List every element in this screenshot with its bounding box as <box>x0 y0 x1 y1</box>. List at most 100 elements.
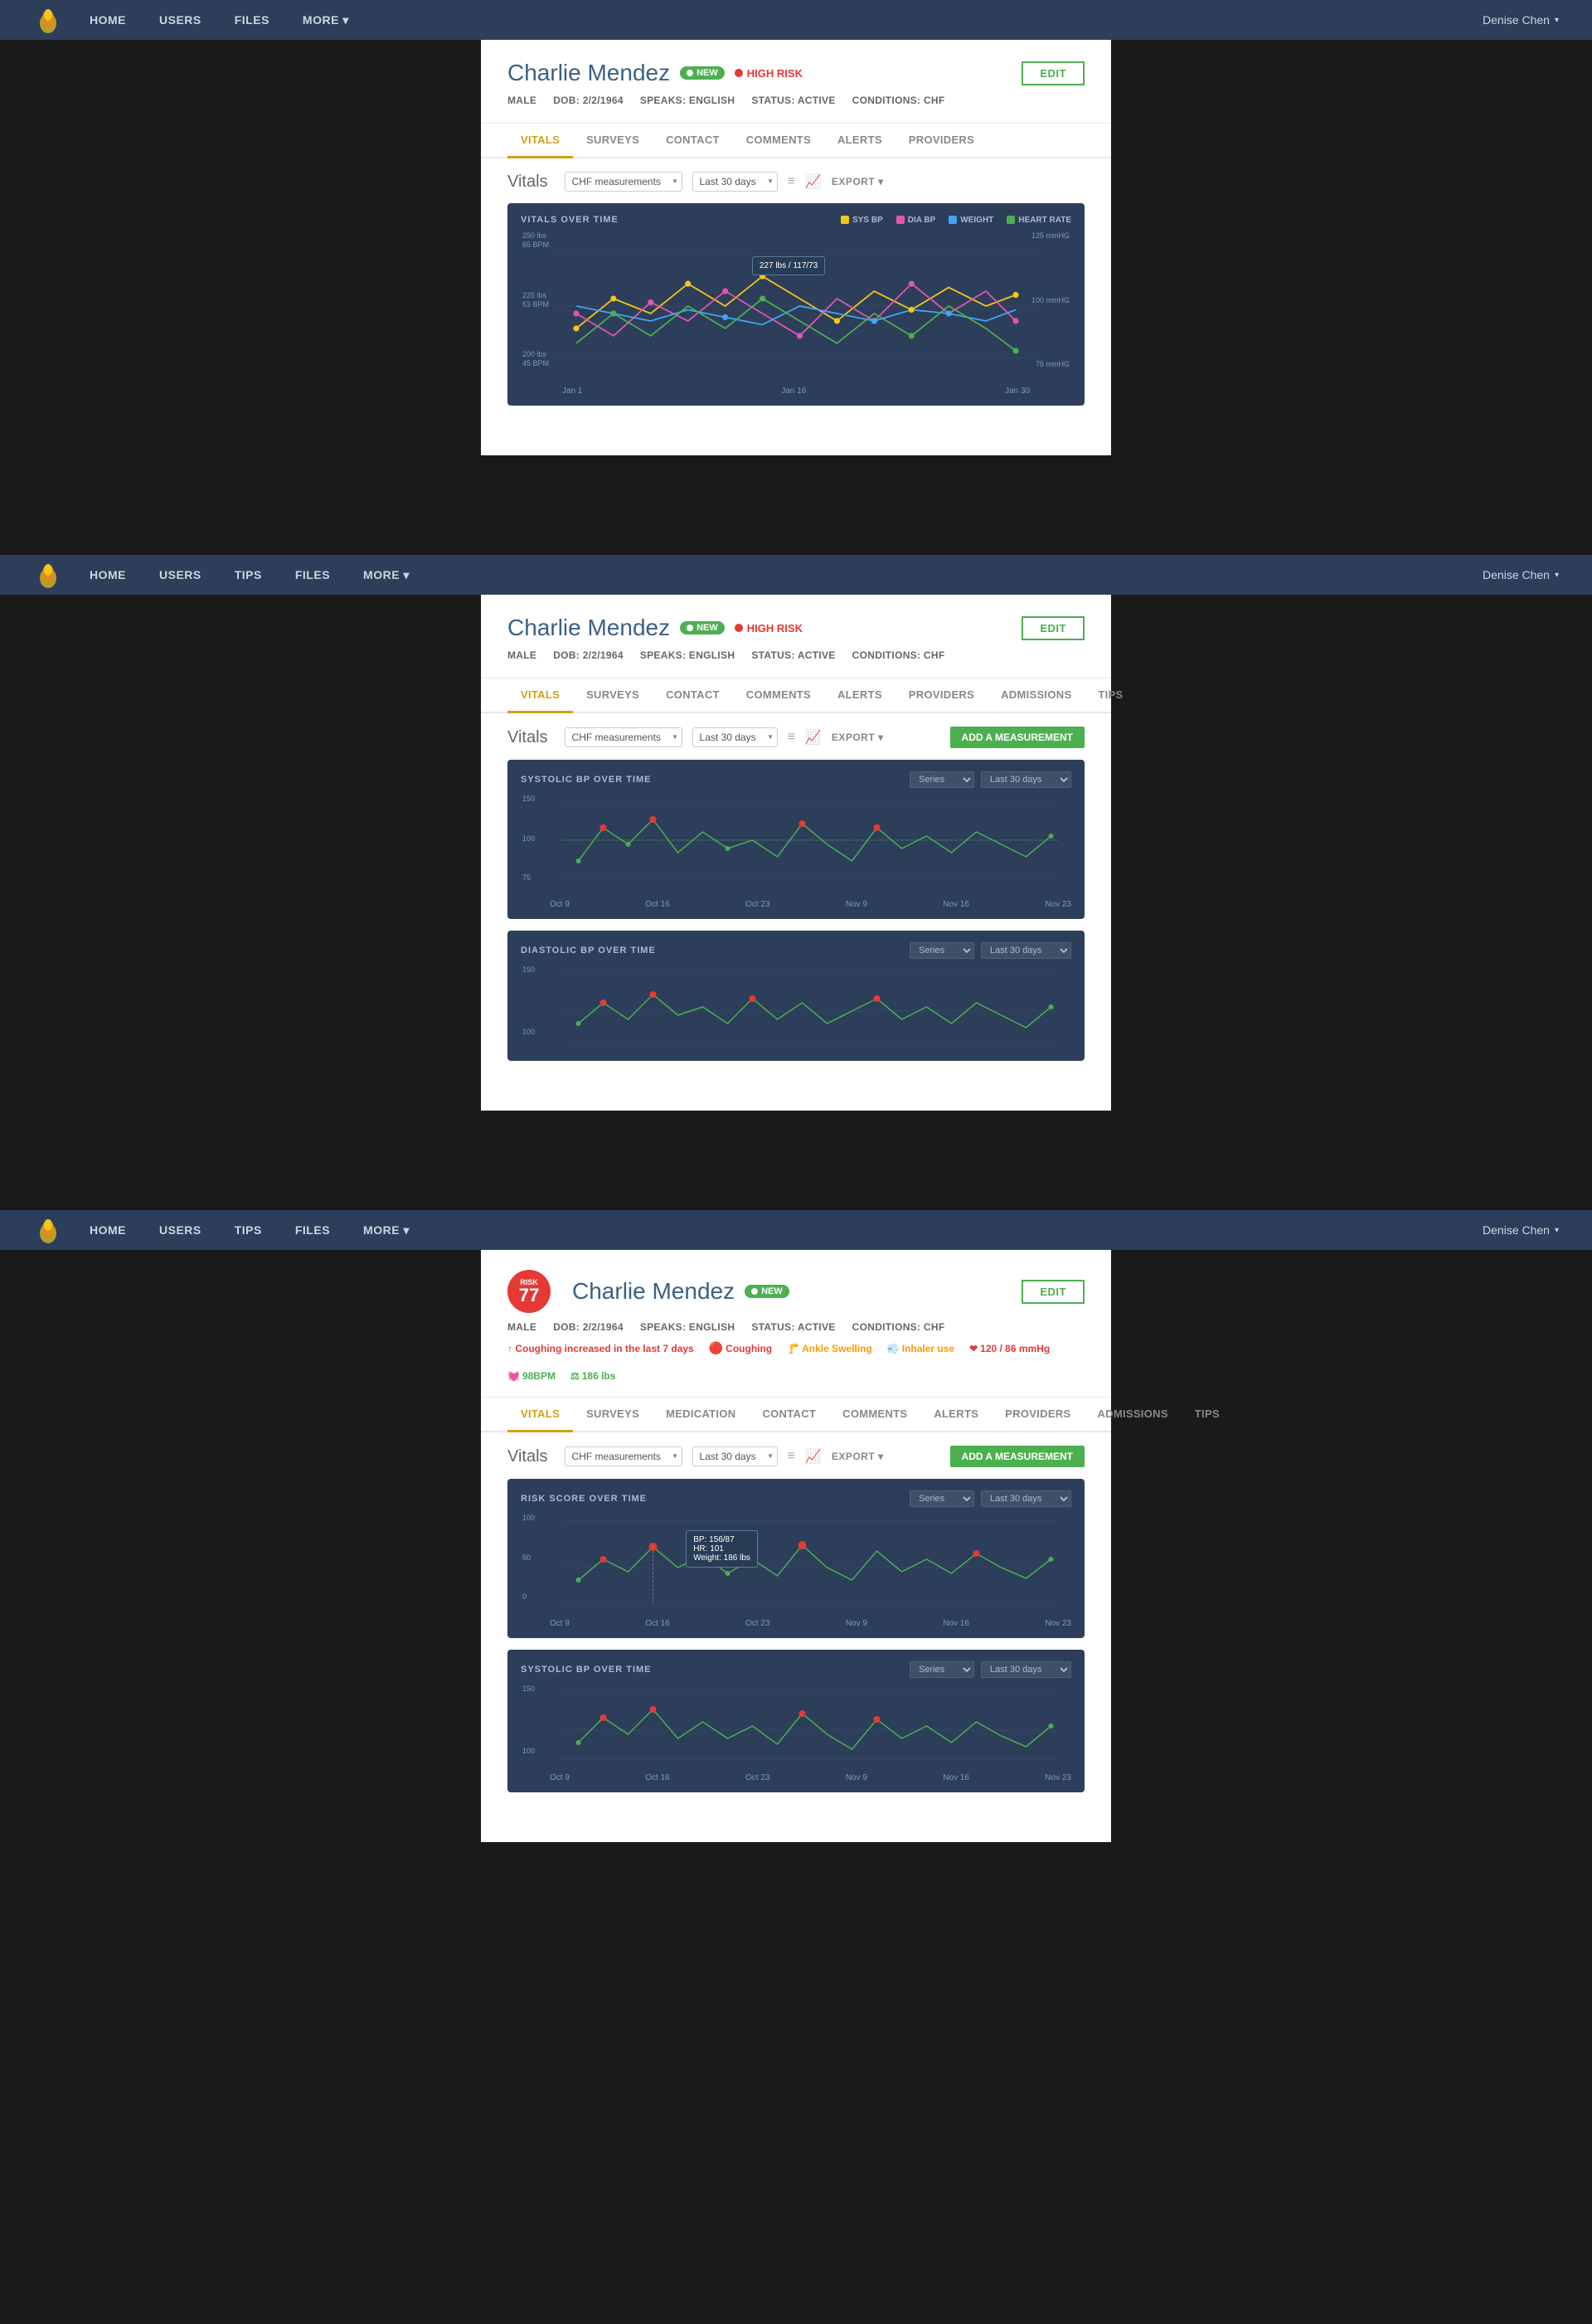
patient-meta-2: MALE DOB: 2/2/1964 SPEAKS: ENGLISH STATU… <box>507 649 1085 661</box>
export-button-1[interactable]: EXPORT ▾ <box>832 176 884 187</box>
series-select-3b[interactable]: Series <box>910 1661 974 1678</box>
nav-home-1[interactable]: HOME <box>90 13 126 27</box>
tab-contact-3[interactable]: CONTACT <box>749 1398 829 1432</box>
chart-view-icon-1[interactable]: 📈 <box>805 173 822 190</box>
tab-vitals-3[interactable]: VITALS <box>507 1398 573 1432</box>
user-chevron-icon-1: ▾ <box>1555 16 1559 25</box>
nav-more-1[interactable]: MORE ▾ <box>303 13 349 27</box>
vitals-toolbar-1: Vitals CHF measurements Last 30 days ≡ 📈… <box>507 172 1085 192</box>
tabs-1: VITALS SURVEYS CONTACT COMMENTS ALERTS P… <box>481 124 1111 158</box>
series-select-2a[interactable]: Series <box>910 771 974 788</box>
logo-icon-2 <box>33 560 63 590</box>
measurements-select-wrapper-1[interactable]: CHF measurements <box>565 172 682 192</box>
measurements-select-1[interactable]: CHF measurements <box>565 172 682 192</box>
nav-more-2[interactable]: MORE ▾ <box>363 568 410 582</box>
nav-files-3[interactable]: FILES <box>295 1223 330 1237</box>
chart-view-icon-3[interactable]: 📈 <box>805 1448 822 1465</box>
new-dot-2 <box>687 625 693 631</box>
nav-user-1[interactable]: Denise Chen ▾ <box>1483 13 1559 27</box>
nav-tips-2[interactable]: TIPS <box>235 568 262 581</box>
nav-files-2[interactable]: FILES <box>295 568 330 581</box>
tab-comments-3[interactable]: COMMENTS <box>829 1398 920 1432</box>
tab-contact-2[interactable]: CONTACT <box>653 678 733 713</box>
heart-icon-3: ❤ <box>969 1343 978 1354</box>
badge-new-2: NEW <box>680 621 725 634</box>
add-measurement-button-3[interactable]: ADD A MEASUREMENT <box>950 1446 1085 1467</box>
nav-home-3[interactable]: HOME <box>90 1223 126 1237</box>
nav-users-3[interactable]: USERS <box>159 1223 201 1237</box>
vitals-title-1: Vitals <box>507 173 548 192</box>
series-select-2b[interactable]: Series <box>910 942 974 959</box>
edit-button-2[interactable]: EDIT <box>1022 616 1085 640</box>
measurements-select-wrapper-2[interactable]: CHF measurements <box>565 727 682 747</box>
tab-surveys-1[interactable]: SURVEYS <box>573 124 653 158</box>
tab-providers-1[interactable]: PROVIDERS <box>896 124 988 158</box>
vitals-title-3: Vitals <box>507 1447 548 1466</box>
legend-dot-sysbp-1 <box>841 216 849 224</box>
tab-vitals-2[interactable]: VITALS <box>507 678 573 713</box>
alert-bp: ❤ 120 / 86 mmHg <box>969 1343 1050 1354</box>
edit-button-3[interactable]: EDIT <box>1022 1280 1085 1304</box>
export-button-2[interactable]: EXPORT ▾ <box>832 732 884 743</box>
tab-tips-2[interactable]: TIPS <box>1085 678 1136 713</box>
chart-selects-2b: Series Last 30 days <box>910 942 1071 959</box>
series-select-3a[interactable]: Series <box>910 1490 974 1507</box>
patient-name-2: Charlie Mendez <box>507 615 670 641</box>
days-select-2[interactable]: Last 30 days <box>692 727 778 747</box>
add-measurement-button-2[interactable]: ADD A MEASUREMENT <box>950 727 1085 748</box>
tab-alerts-2[interactable]: ALERTS <box>824 678 896 713</box>
tab-admissions-3[interactable]: ADMISSIONS <box>1084 1398 1181 1432</box>
x-labels-3a: Oct 9 Oct 16 Oct 23 Nov 9 Nov 16 Nov 23 <box>521 1617 1071 1630</box>
period-select-2a[interactable]: Last 30 days <box>981 771 1071 788</box>
days-select-wrapper-2[interactable]: Last 30 days <box>692 727 778 747</box>
edit-button-1[interactable]: EDIT <box>1022 61 1085 85</box>
tab-contact-1[interactable]: CONTACT <box>653 124 733 158</box>
nav-user-2[interactable]: Denise Chen ▾ <box>1483 568 1559 581</box>
nav-home-2[interactable]: HOME <box>90 568 126 581</box>
measurements-select-2[interactable]: CHF measurements <box>565 727 682 747</box>
logo-icon <box>33 5 63 35</box>
tab-comments-2[interactable]: COMMENTS <box>733 678 824 713</box>
vitals-section-3: Vitals CHF measurements Last 30 days ≡ 📈… <box>481 1432 1111 1817</box>
tab-tips-3[interactable]: TIPS <box>1182 1398 1233 1432</box>
tab-providers-2[interactable]: PROVIDERS <box>896 678 988 713</box>
period-select-2b[interactable]: Last 30 days <box>981 942 1071 959</box>
list-view-icon-2[interactable]: ≡ <box>788 730 795 745</box>
nav-users-2[interactable]: USERS <box>159 568 201 581</box>
tab-alerts-3[interactable]: ALERTS <box>920 1398 992 1432</box>
tab-medication-3[interactable]: MEDICATION <box>653 1398 749 1432</box>
list-view-icon-1[interactable]: ≡ <box>788 174 795 189</box>
alert-hr: 💓 98BPM <box>507 1370 556 1382</box>
nav-tips-3[interactable]: TIPS <box>235 1223 262 1237</box>
period-select-3a[interactable]: Last 30 days <box>981 1490 1071 1507</box>
badge-new-1: NEW <box>680 66 725 80</box>
tab-providers-3[interactable]: PROVIDERS <box>992 1398 1084 1432</box>
tab-admissions-2[interactable]: ADMISSIONS <box>988 678 1085 713</box>
alert-ankle: 🦵 Ankle Swelling <box>787 1343 872 1354</box>
tab-surveys-2[interactable]: SURVEYS <box>573 678 653 713</box>
days-select-3[interactable]: Last 30 days <box>692 1446 778 1466</box>
measurements-select-wrapper-3[interactable]: CHF measurements <box>565 1446 682 1466</box>
tab-surveys-3[interactable]: SURVEYS <box>573 1398 653 1432</box>
tab-vitals-1[interactable]: VITALS <box>507 124 573 158</box>
export-button-3[interactable]: EXPORT ▾ <box>832 1451 884 1462</box>
ankle-icon: 🦵 <box>787 1343 799 1354</box>
x-labels-1: Jan 1 Jan 16 Jan 30 <box>521 385 1071 397</box>
days-select-wrapper-1[interactable]: Last 30 days <box>692 172 778 192</box>
tab-alerts-1[interactable]: ALERTS <box>824 124 896 158</box>
nav-files-1[interactable]: FILES <box>235 13 269 27</box>
new-dot-1 <box>687 70 693 76</box>
chart-selects-3b: Series Last 30 days <box>910 1661 1071 1678</box>
nav-more-3[interactable]: MORE ▾ <box>363 1223 410 1237</box>
nav-user-3[interactable]: Denise Chen ▾ <box>1483 1223 1559 1237</box>
measurements-select-3[interactable]: CHF measurements <box>565 1446 682 1466</box>
inhaler-icon: 💨 <box>887 1343 900 1354</box>
days-select-1[interactable]: Last 30 days <box>692 172 778 192</box>
days-select-wrapper-3[interactable]: Last 30 days <box>692 1446 778 1466</box>
nav-users-1[interactable]: USERS <box>159 13 201 27</box>
spacer-1 <box>0 472 1592 538</box>
chart-view-icon-2[interactable]: 📈 <box>805 729 822 746</box>
period-select-3b[interactable]: Last 30 days <box>981 1661 1071 1678</box>
tab-comments-1[interactable]: COMMENTS <box>733 124 824 158</box>
list-view-icon-3[interactable]: ≡ <box>788 1449 795 1464</box>
